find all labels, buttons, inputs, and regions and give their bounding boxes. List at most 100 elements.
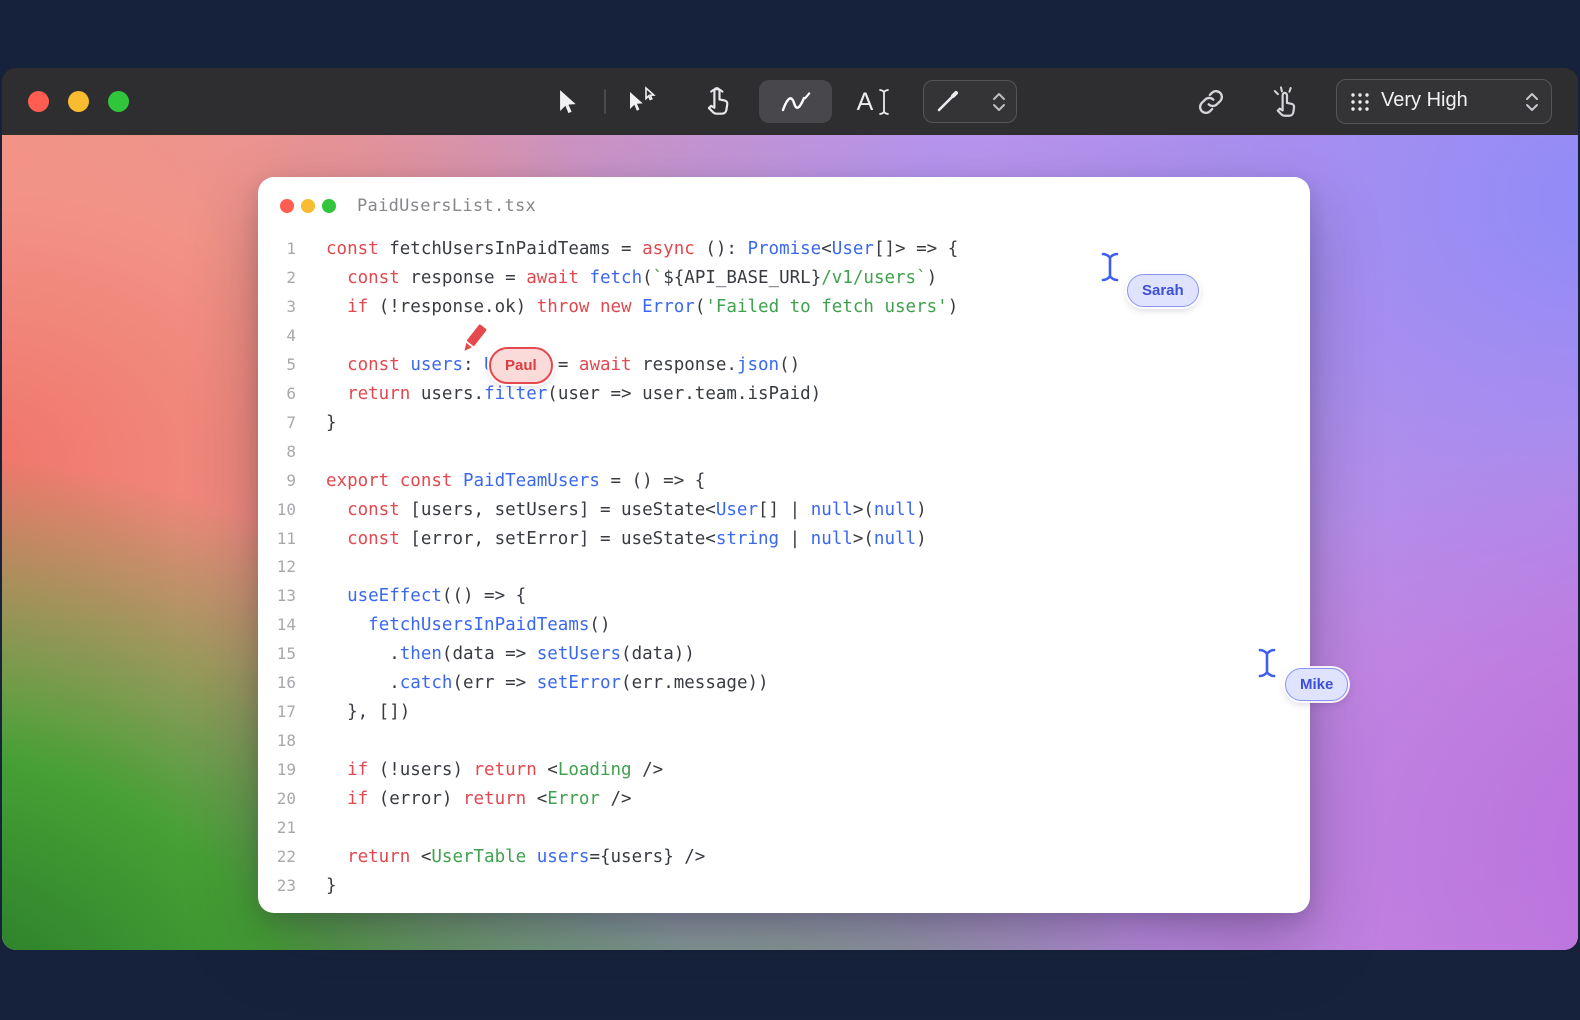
collaborator-label-sarah: Sarah <box>1127 274 1199 307</box>
code-line[interactable]: 7} <box>258 409 1310 438</box>
code-text: const [users, setUsers] = useState<User[… <box>326 500 927 520</box>
line-number: 4 <box>258 322 296 351</box>
minimize-button[interactable] <box>68 91 89 112</box>
double-cursor-icon <box>622 84 660 120</box>
line-number: 18 <box>258 727 296 756</box>
text-tool-button[interactable]: A <box>852 84 896 120</box>
code-line[interactable]: 9export const PaidTeamUsers = () => { <box>258 467 1310 496</box>
code-text: const users: User[] = await response.jso… <box>326 355 800 375</box>
collaborator-name: Sarah <box>1142 282 1184 299</box>
code-line[interactable]: 22 return <UserTable users={users} /> <box>258 843 1310 872</box>
line-number: 15 <box>258 640 296 669</box>
code-window-controls <box>280 199 336 213</box>
line-number: 3 <box>258 293 296 322</box>
code-text: return users.filter(user => user.team.is… <box>326 384 821 404</box>
code-line[interactable]: 20 if (error) return <Error /> <box>258 785 1310 814</box>
line-number: 2 <box>258 264 296 293</box>
hand-tool-button[interactable] <box>702 84 736 120</box>
code-text: fetchUsersInPaidTeams() <box>326 615 611 635</box>
code-line[interactable]: 5 const users: User[] = await response.j… <box>258 351 1310 380</box>
code-line[interactable]: 8 <box>258 438 1310 467</box>
draw-tool-button[interactable] <box>759 80 832 123</box>
code-line[interactable]: 18 <box>258 727 1310 756</box>
code-line[interactable]: 19 if (!users) return <Loading /> <box>258 756 1310 785</box>
code-text: } <box>326 413 337 433</box>
code-text: return <UserTable users={users} /> <box>326 847 705 867</box>
code-text: } <box>326 876 337 896</box>
zoom-button[interactable] <box>108 91 129 112</box>
code-text: if (!users) return <Loading /> <box>326 760 663 780</box>
line-number: 11 <box>258 525 296 554</box>
chain-link-icon <box>1197 88 1225 116</box>
code-line[interactable]: 17 }, []) <box>258 698 1310 727</box>
toolbar: A <box>2 68 1578 135</box>
line-number: 20 <box>258 785 296 814</box>
line-number: 17 <box>258 698 296 727</box>
sarah-text-cursor-icon <box>1098 250 1122 284</box>
tap-hand-icon <box>704 85 734 119</box>
line-number: 22 <box>258 843 296 872</box>
close-button[interactable] <box>280 199 294 213</box>
zoom-button[interactable] <box>322 199 336 213</box>
code-line[interactable]: 11 const [error, setError] = useState<st… <box>258 525 1310 554</box>
code-area[interactable]: 1 const fetchUsersInPaidTeams = async ():… <box>258 235 1310 913</box>
line-number: 6 <box>258 380 296 409</box>
code-line[interactable]: 16 .catch(err => setError(err.message)) <box>258 669 1310 698</box>
toolbar-divider <box>604 89 606 114</box>
code-line[interactable]: 23} <box>258 872 1310 901</box>
text-tool-a-glyph: A <box>857 90 874 115</box>
line-number: 23 <box>258 872 296 901</box>
close-button[interactable] <box>28 91 49 112</box>
code-line[interactable]: 21 <box>258 814 1310 843</box>
code-line[interactable]: 15 .then(data => setUsers(data)) <box>258 640 1310 669</box>
minimize-button[interactable] <box>301 199 315 213</box>
code-text: export const PaidTeamUsers = () => { <box>326 471 705 491</box>
file-name: PaidUsersList.tsx <box>357 196 536 216</box>
zoom-quality-dropdown[interactable]: Very High <box>1336 79 1552 124</box>
line-number: 16 <box>258 669 296 698</box>
code-line[interactable]: 13 useEffect(() => { <box>258 582 1310 611</box>
pen-stroke-icon <box>934 89 960 115</box>
code-text: .then(data => setUsers(data)) <box>326 644 695 664</box>
screen: A <box>0 0 1580 1020</box>
line-number: 8 <box>258 438 296 467</box>
line-number: 21 <box>258 814 296 843</box>
code-line[interactable]: 10 const [users, setUsers] = useState<Us… <box>258 496 1310 525</box>
code-window-titlebar: PaidUsersList.tsx <box>258 177 1310 235</box>
waving-hand-icon <box>1270 85 1304 119</box>
code-line[interactable]: 6 return users.filter(user => user.team.… <box>258 380 1310 409</box>
code-line[interactable]: 1 const fetchUsersInPaidTeams = async ():… <box>258 235 1310 264</box>
multi-pointer-tool-button[interactable] <box>622 84 660 120</box>
code-text: if (error) return <Error /> <box>326 789 632 809</box>
collaborator-label-paul: Paul <box>489 347 553 384</box>
code-text: .catch(err => setError(err.message)) <box>326 673 769 693</box>
code-text: const response = await fetch(`${API_BASE… <box>326 268 937 288</box>
code-text: }, []) <box>326 702 410 722</box>
line-number: 19 <box>258 756 296 785</box>
text-ibeam-icon <box>877 88 891 116</box>
code-text: useEffect(() => { <box>326 586 526 606</box>
code-text: const [error, setError] = useState<strin… <box>326 529 927 549</box>
code-line[interactable]: 14 fetchUsersInPaidTeams() <box>258 611 1310 640</box>
pointer-tool-button[interactable] <box>550 86 582 118</box>
collaborator-name: Mike <box>1300 676 1333 693</box>
wave-hands-button[interactable] <box>1268 84 1306 120</box>
chevron-up-down-icon <box>992 90 1006 114</box>
collaborator-name: Paul <box>505 357 537 374</box>
pixel-grid-icon <box>1349 91 1371 113</box>
zoom-quality-label: Very High <box>1381 89 1525 112</box>
code-text: if (!response.ok) throw new Error('Faile… <box>326 297 958 317</box>
window-controls <box>28 91 129 112</box>
code-text: const fetchUsersInPaidTeams = async (): … <box>326 239 958 259</box>
arrow-cursor-icon <box>553 88 579 116</box>
line-number: 13 <box>258 582 296 611</box>
line-number: 7 <box>258 409 296 438</box>
link-button[interactable] <box>1195 86 1227 118</box>
code-line[interactable]: 4 <box>258 322 1310 351</box>
line-number: 1 <box>258 235 296 264</box>
mike-text-cursor-icon <box>1255 646 1279 680</box>
stroke-style-picker[interactable] <box>923 80 1017 123</box>
collaborator-label-mike: Mike <box>1285 668 1348 701</box>
code-line[interactable]: 12 <box>258 553 1310 582</box>
line-number: 5 <box>258 351 296 380</box>
